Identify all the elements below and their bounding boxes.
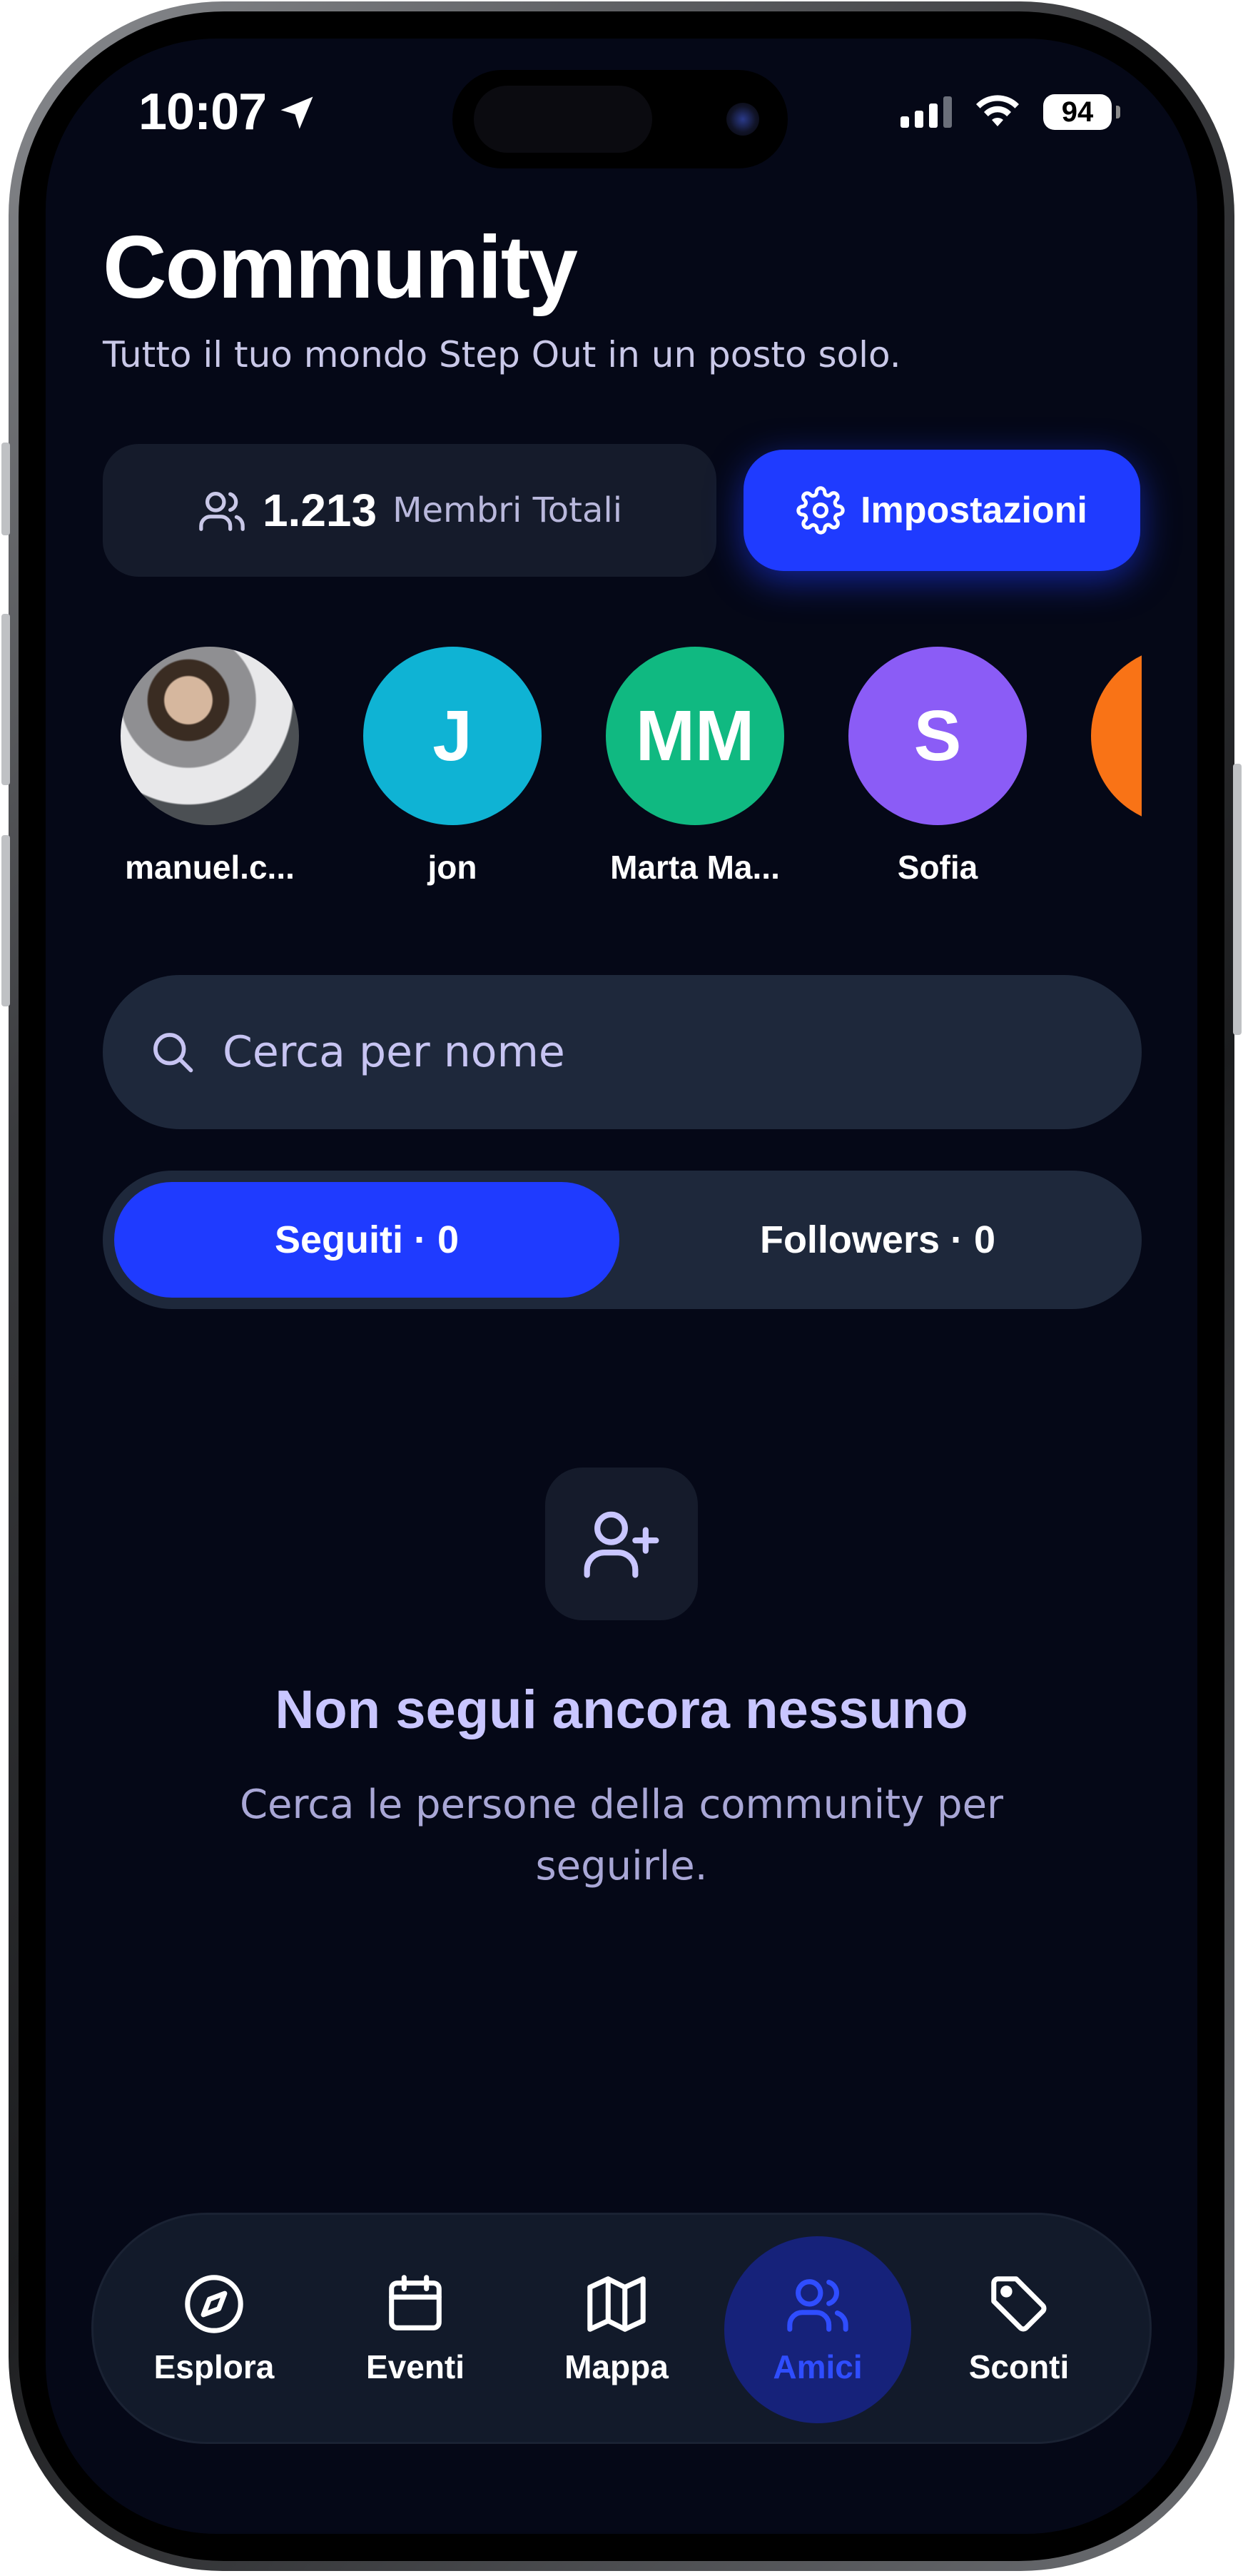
empty-state-text: Cerca le persone della community per seg… [239, 1782, 1004, 1889]
avatar: S [848, 647, 1027, 825]
member-name: manuel.c... [125, 849, 295, 886]
nav-item-esplora[interactable]: Esplora [118, 2215, 310, 2442]
bottom-navigation: Esplora Eventi Mappa Amici Sconti [91, 2213, 1152, 2444]
side-button [1, 835, 10, 1006]
follow-tabs: Seguiti · 0 Followers · 0 [103, 1171, 1142, 1309]
location-arrow-icon [280, 96, 313, 129]
empty-state-title: Non segui ancora nessuno [275, 1680, 968, 1740]
tab-followers[interactable]: Followers · 0 [625, 1182, 1130, 1298]
members-carousel[interactable]: manuel.c... J jon MM Marta Ma... S Sofia… [103, 647, 1142, 904]
nav-label: Sconti [968, 2348, 1070, 2385]
settings-button-label: Impostazioni [861, 490, 1087, 531]
search-bar[interactable] [103, 975, 1142, 1129]
nav-label: Amici [773, 2348, 863, 2385]
battery-indicator: 94 [1043, 94, 1120, 130]
gear-icon [796, 486, 845, 535]
nav-label: Eventi [365, 2348, 465, 2385]
avatar-photo [121, 647, 299, 825]
search-input[interactable] [221, 1026, 1080, 1078]
tab-following[interactable]: Seguiti · 0 [114, 1182, 619, 1298]
users-icon [787, 2279, 848, 2332]
calendar-icon [389, 2275, 442, 2330]
nav-item-mappa[interactable]: Mappa [520, 2215, 713, 2442]
app-screen: 10:07 94 Community Tutto il tuo mondo St… [46, 39, 1197, 2534]
member-name: Sofia [897, 849, 978, 886]
dynamic-island [452, 70, 788, 168]
members-label: Membri Totali [392, 490, 623, 530]
nav-label: Esplora [153, 2348, 275, 2385]
member-story[interactable]: asia [1073, 647, 1142, 887]
page-subtitle: Tutto il tuo mondo Step Out in un posto … [103, 334, 901, 375]
users-icon [199, 492, 245, 531]
status-indicators: 94 [900, 94, 1120, 130]
map-icon [587, 2276, 646, 2332]
status-time: 10:07 [138, 84, 267, 141]
nav-item-amici[interactable]: Amici [721, 2215, 914, 2442]
front-camera [726, 103, 759, 136]
wifi-icon [976, 95, 1019, 126]
member-name: jon [427, 849, 477, 886]
side-button [1, 443, 10, 535]
members-count: 1.213 [262, 485, 377, 536]
avatar [1091, 647, 1142, 825]
member-story[interactable]: S Sofia [831, 647, 1045, 887]
page-title: Community [103, 218, 578, 317]
nav-label: Mappa [564, 2348, 669, 2385]
empty-state-icon-box [545, 1468, 698, 1620]
side-button [1233, 764, 1242, 1035]
member-name: Marta Ma... [610, 849, 780, 886]
user-plus-icon [584, 1511, 659, 1578]
member-story[interactable]: J jon [345, 647, 559, 887]
cellular-signal-icon [900, 96, 952, 128]
nav-item-sconti[interactable]: Sconti [923, 2215, 1115, 2442]
members-total-card: 1.213 Membri Totali [103, 444, 716, 577]
avatar: J [363, 647, 542, 825]
tag-icon [991, 2276, 1047, 2332]
side-button [1, 614, 10, 785]
nav-item-eventi[interactable]: Eventi [319, 2215, 512, 2442]
member-story[interactable]: manuel.c... [103, 647, 317, 887]
settings-button[interactable]: Impostazioni [744, 450, 1140, 571]
member-story[interactable]: MM Marta Ma... [588, 647, 802, 887]
compass-icon [185, 2275, 243, 2333]
island-sensor [474, 86, 652, 153]
search-icon [153, 1033, 193, 1073]
avatar: MM [606, 647, 784, 825]
